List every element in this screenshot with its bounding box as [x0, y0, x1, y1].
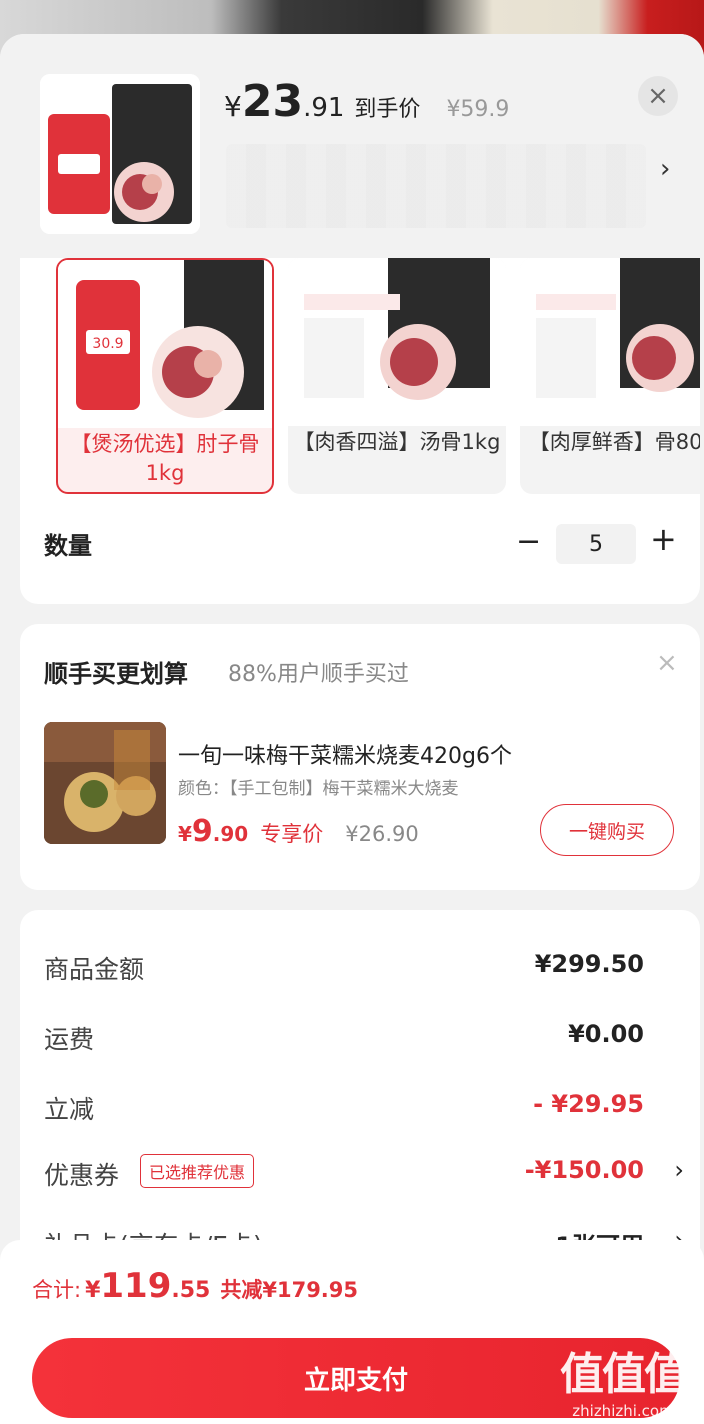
price-decimal: .91 — [303, 93, 345, 123]
quantity-label: 数量 — [44, 532, 92, 560]
total-integer: 119 — [100, 1266, 172, 1306]
variant-image — [288, 258, 506, 426]
upsell-close-icon[interactable]: × — [656, 648, 678, 678]
purchase-sheet: ¥ 23 .91 到手价 ¥59.9 × › 30.9 【煲汤优选】肘子骨1kg… — [0, 34, 704, 1424]
summary-row-shipping: 运费 ¥0.00 — [44, 1014, 684, 1058]
upsell-title: 顺手买更划算 — [44, 660, 188, 688]
watermark-url: zhizhizhi.com — [572, 1402, 674, 1420]
total-saved: 共减¥179.95 — [220, 1278, 359, 1302]
order-total: 合计: ¥ 119 .55 共减¥179.95 — [32, 1266, 358, 1306]
price-integer: 23 — [241, 76, 304, 127]
upsell-price-integer: 9 — [191, 814, 213, 849]
variant-label: 【煲汤优选】肘子骨1kg — [70, 432, 260, 485]
blurred-product-info — [226, 144, 646, 228]
variant-image — [520, 258, 700, 426]
variant-label: 【肉香四溢】汤骨1kg — [293, 430, 501, 454]
close-icon[interactable]: × — [638, 76, 678, 116]
variant-card: 30.9 【煲汤优选】肘子骨1kg 【肉香四溢】汤骨1kg 【肉厚鲜香】骨80 … — [20, 234, 700, 604]
total-decimal: .55 — [171, 1278, 211, 1303]
variant-list: 30.9 【煲汤优选】肘子骨1kg 【肉香四溢】汤骨1kg 【肉厚鲜香】骨80 — [56, 258, 700, 494]
upsell-price-decimal: .90 — [212, 822, 249, 846]
summary-row-coupon[interactable]: 优惠券 已选推荐优惠 -¥150.00 › — [44, 1150, 684, 1194]
summary-label: 运费 — [44, 1025, 95, 1054]
site-watermark: 值值值 zhizhizhi.com — [548, 1338, 698, 1420]
sheet-header: ¥ 23 .91 到手价 ¥59.9 × › — [0, 34, 704, 258]
summary-row-discount: 立减 - ¥29.95 — [44, 1084, 684, 1128]
variant-option-2[interactable]: 【肉香四溢】汤骨1kg — [288, 258, 506, 494]
upsell-card: 顺手买更划算 88%用户顺手买过 × 一旬一味梅干菜糯米烧麦420g6个 颜色：… — [20, 624, 700, 890]
upsell-price-label: 专享价 — [260, 822, 324, 846]
original-price: ¥59.9 — [446, 97, 510, 122]
total-symbol: ¥ — [85, 1278, 101, 1303]
one-click-buy-button[interactable]: 一键购买 — [540, 804, 674, 856]
product-thumbnail — [40, 74, 200, 234]
summary-value: ¥0.00 — [568, 1020, 644, 1048]
price-symbol: ¥ — [224, 90, 242, 123]
quantity-plus-button[interactable]: + — [650, 520, 677, 558]
upsell-price: ¥ 9 .90 专享价 ¥26.90 — [178, 814, 419, 849]
upsell-original-price: ¥26.90 — [345, 822, 419, 846]
total-label: 合计: — [32, 1278, 82, 1302]
variant-option-3[interactable]: 【肉厚鲜香】骨800g — [520, 258, 700, 494]
summary-label: 立减 — [44, 1095, 95, 1124]
final-price: ¥ 23 .91 到手价 ¥59.9 — [224, 76, 509, 127]
summary-label: 商品金额 — [44, 955, 145, 984]
coupon-tag: 已选推荐优惠 — [140, 1154, 255, 1188]
upsell-subtitle: 88%用户顺手买过 — [228, 662, 409, 687]
summary-value: ¥299.50 — [534, 950, 644, 978]
upsell-product-image[interactable] — [44, 722, 166, 844]
variant-label: 【肉厚鲜香】骨800g — [528, 430, 700, 454]
summary-label: 优惠券 — [44, 1161, 120, 1190]
upsell-product-spec: 颜色：【手工包制】梅干菜糯米大烧麦 — [178, 779, 459, 799]
chevron-right-icon[interactable]: › — [674, 1156, 684, 1184]
summary-row-subtotal: 商品金额 ¥299.50 — [44, 944, 684, 988]
watermark-logo: 值值值 — [560, 1349, 688, 1400]
quantity-minus-button[interactable]: − — [516, 524, 541, 559]
chevron-right-icon[interactable]: › — [660, 154, 670, 184]
upsell-product-name[interactable]: 一旬一味梅干菜糯米烧麦420g6个 — [178, 738, 512, 770]
variant-badge-price: 30.9 — [92, 336, 123, 352]
summary-value: - ¥29.95 — [533, 1090, 644, 1118]
variant-option-1[interactable]: 30.9 【煲汤优选】肘子骨1kg — [56, 258, 274, 494]
quantity-input[interactable]: 5 — [556, 524, 636, 564]
upsell-price-symbol: ¥ — [178, 822, 192, 846]
price-label: 到手价 — [354, 97, 421, 122]
variant-image: 30.9 — [58, 260, 272, 428]
summary-value: -¥150.00 — [524, 1156, 644, 1184]
